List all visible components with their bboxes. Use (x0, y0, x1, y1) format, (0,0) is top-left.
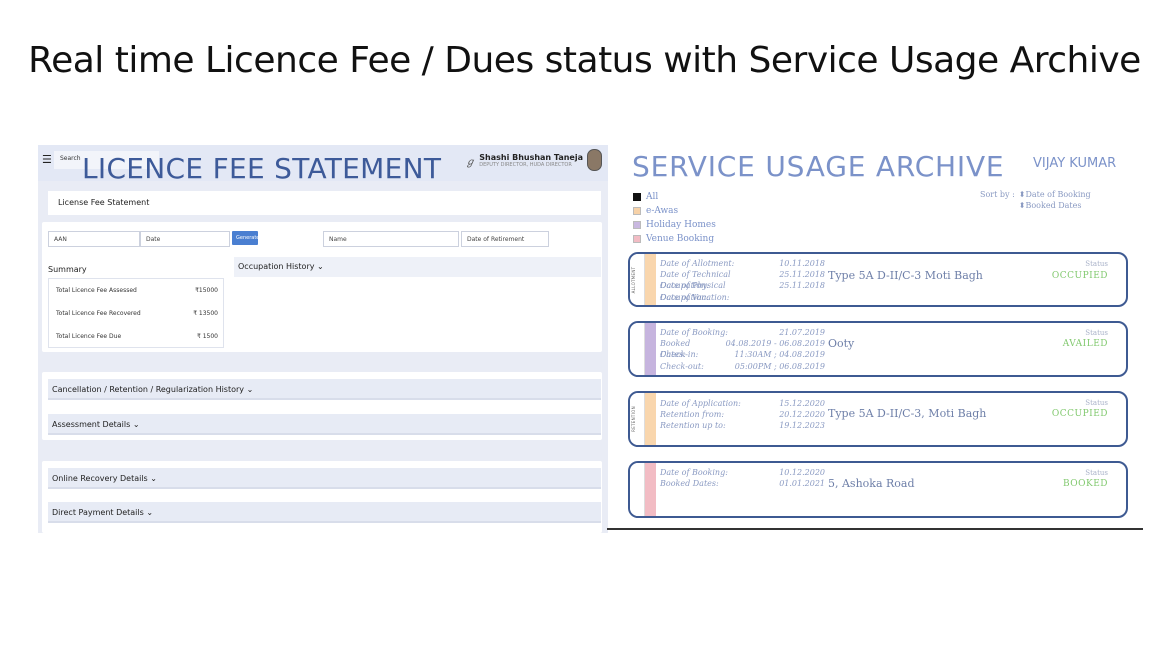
record-type-strip (630, 323, 645, 375)
name-field[interactable]: Name (323, 231, 459, 247)
status-label: Status (1085, 399, 1108, 407)
summary-title: Summary (48, 265, 87, 274)
archive-record[interactable]: RETENTION Date of Application: 15.12.2020… (628, 391, 1128, 447)
chevron-down-icon: ⌄ (317, 262, 324, 271)
summary-value: ₹ 13500 (193, 310, 218, 317)
record-type-strip: ALLOTMENT (630, 254, 645, 305)
status-badge: AVAILED (1062, 339, 1108, 349)
chevron-down-icon: ⌄ (132, 420, 140, 429)
archive-title: SERVICE USAGE ARCHIVE (632, 150, 1005, 183)
record-details: Date of Allotment: 10.11.2018 Date of Tec… (660, 259, 825, 302)
filter-label: e-Awas (646, 206, 679, 216)
status-badge: BOOKED (1062, 479, 1108, 489)
category-filters: All e-Awas Holiday Homes Venue Booking (633, 190, 716, 246)
cancellation-history-toggle[interactable]: Cancellation / Retention / Regularizatio… (48, 379, 601, 400)
archive-record[interactable]: Date of Booking: 21.07.2019 Booked Dates:… (628, 321, 1128, 377)
direct-payment-toggle[interactable]: Direct Payment Details ⌄ (48, 502, 601, 523)
filter-swatch-icon (633, 193, 641, 201)
archive-record[interactable]: ALLOTMENT Date of Allotment: 10.11.2018 D… (628, 252, 1128, 307)
status-badge: OCCUPIED (1051, 409, 1108, 419)
filter-swatch-icon (633, 235, 641, 243)
archive-user-name: VIJAY KUMAR (1033, 156, 1117, 171)
emblem-icon: ℊ (465, 156, 476, 168)
generate-button[interactable]: Generate (232, 231, 259, 245)
record-color-bar (645, 463, 656, 516)
record-place: Type 5A D-II/C-3 Moti Bagh (828, 269, 983, 282)
sort-by-label: Sort by : (980, 190, 1015, 199)
record-details: Date of Booking: 21.07.2019 Booked Dates:… (660, 328, 825, 371)
summary-row: Total Licence Fee Due ₹ 1500 (49, 325, 225, 348)
record-color-bar (645, 393, 656, 445)
filter-venue-booking[interactable]: Venue Booking (633, 232, 716, 246)
summary-row: Total Licence Fee Recovered ₹ 13500 (49, 302, 225, 325)
summary-label: Total Licence Fee Due (56, 333, 122, 340)
assessment-details-toggle[interactable]: Assessment Details ⌄ (48, 414, 601, 435)
record-color-bar (645, 254, 656, 305)
summary-value: ₹15000 (195, 287, 218, 294)
record-type-strip: RETENTION (630, 393, 645, 445)
filter-label: Holiday Homes (646, 220, 716, 230)
licence-fee-statement-title: LICENCE FEE STATEMENT (82, 152, 442, 185)
summary-label: Total Licence Fee Recovered (56, 310, 141, 317)
status-label: Status (1085, 260, 1108, 268)
filter-e-awas[interactable]: e-Awas (633, 204, 716, 218)
cancellation-history-label: Cancellation / Retention / Regularizatio… (52, 385, 245, 394)
chevron-down-icon: ⌄ (146, 508, 154, 517)
record-details: Date of Booking: 10.12.2020 Booked Dates:… (660, 468, 825, 489)
avatar[interactable] (587, 149, 602, 171)
record-details: Date of Application: 15.12.2020 Retention… (660, 399, 825, 431)
archive-record[interactable]: Date of Booking: 10.12.2020 Booked Dates:… (628, 461, 1128, 518)
status-label: Status (1085, 329, 1108, 337)
assessment-details-label: Assessment Details (52, 420, 131, 429)
sort-control: Sort by : ⬍Date of Booking ⬍Booked Dates (980, 189, 1091, 211)
slide-title: Real time Licence Fee / Dues status with… (28, 40, 1141, 81)
chevron-down-icon: ⌄ (150, 474, 157, 483)
record-place: Type 5A D-II/C-3, Moti Bagh (828, 407, 987, 420)
menu-icon[interactable]: ☰ (42, 153, 52, 166)
record-type-strip (630, 463, 645, 516)
filter-all[interactable]: All (633, 190, 716, 204)
filter-label: Venue Booking (646, 234, 715, 244)
record-place: 5, Ashoka Road (828, 477, 915, 490)
status-badge: OCCUPIED (1051, 271, 1108, 281)
summary-label: Total Licence Fee Assessed (56, 287, 137, 294)
occupation-history-toggle[interactable]: Occupation History ⌄ (234, 257, 601, 277)
record-place: Ooty (828, 337, 855, 350)
online-recovery-label: Online Recovery Details (52, 474, 148, 483)
online-recovery-toggle[interactable]: Online Recovery Details ⌄ (48, 468, 601, 489)
filter-label: All (646, 192, 659, 202)
sort-option-booked-dates[interactable]: ⬍Booked Dates (1019, 200, 1091, 211)
record-color-bar (645, 323, 656, 375)
date-of-retirement-field[interactable]: Date of Retirement (461, 231, 549, 247)
occupation-history-label: Occupation History (238, 262, 315, 271)
filter-swatch-icon (633, 207, 641, 215)
filter-holiday-homes[interactable]: Holiday Homes (633, 218, 716, 232)
user-role: DEPUTY DIRECTOR, HUDA DIRECTOR (479, 161, 572, 168)
divider (607, 528, 1143, 530)
summary-row: Total Licence Fee Assessed ₹15000 (49, 279, 225, 302)
top-bar: ☰ Search LICENCE FEE STATEMENT ℊ Shashi … (38, 145, 608, 185)
user-name: Shashi Bhushan Taneja (479, 152, 583, 162)
direct-payment-label: Direct Payment Details (52, 508, 144, 517)
status-label: Status (1085, 469, 1108, 477)
aan-field[interactable]: AAN (48, 231, 140, 247)
filter-swatch-icon (633, 221, 641, 229)
chevron-down-icon: ⌄ (246, 385, 254, 394)
licence-fee-panel: ☰ Search LICENCE FEE STATEMENT ℊ Shashi … (38, 145, 608, 533)
date-field[interactable]: Date (140, 231, 230, 247)
sort-option-date-of-booking[interactable]: ⬍Date of Booking (1019, 189, 1091, 200)
summary-box: Total Licence Fee Assessed ₹15000 Total … (48, 278, 224, 348)
summary-value: ₹ 1500 (197, 333, 218, 340)
card-header: License Fee Statement (48, 191, 601, 215)
user-profile[interactable]: ℊ Shashi Bhushan Taneja DEPUTY DIRECTOR,… (465, 149, 602, 171)
